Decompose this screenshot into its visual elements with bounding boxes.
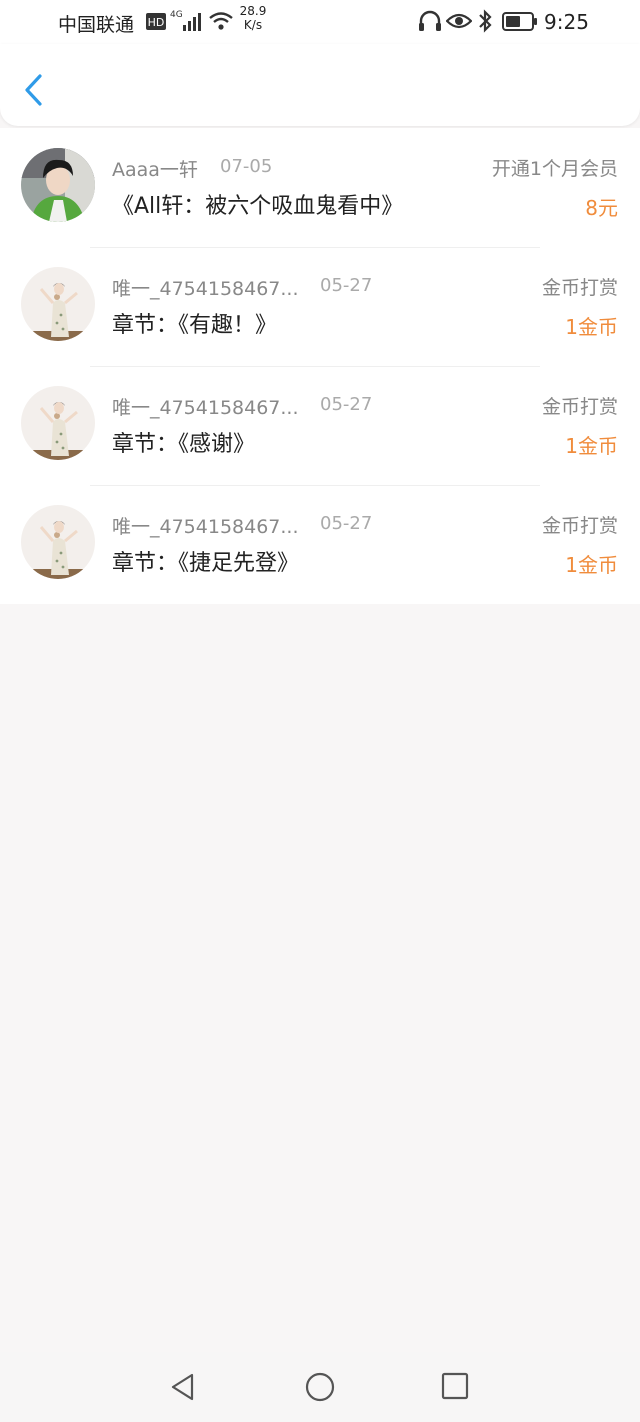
system-nav-bar <box>0 1352 640 1422</box>
list-item[interactable]: 唯一_4754158467... 05-27 金币打赏 章节：《捷足先登》 1金… <box>0 485 640 604</box>
record-date: 05-27 <box>320 394 373 415</box>
signal-icon: 4G <box>170 10 201 31</box>
reward-record-list: Aaaa一轩 07-05 开通1个月会员 《All轩：被六个吸血鬼看中》 8元 … <box>0 128 640 604</box>
list-item[interactable]: 唯一_4754158467... 05-27 金币打赏 章节：《感谢》 1金币 <box>0 366 640 485</box>
wifi-icon <box>209 12 233 30</box>
status-bar: 中国联通 HD 4G 28.9 K/s 9:25 <box>0 0 640 44</box>
record-amount: 1金币 <box>565 315 618 339</box>
username: 唯一_4754158467... <box>112 516 299 538</box>
carrier-name: 中国联通 <box>58 14 135 36</box>
record-amount: 1金币 <box>565 553 618 577</box>
headphones-icon <box>419 10 441 31</box>
list-item[interactable]: 唯一_4754158467... 05-27 金币打赏 章节：《有趣！》 1金币 <box>0 247 640 366</box>
record-date: 07-05 <box>220 156 273 177</box>
username: 唯一_4754158467... <box>112 397 299 419</box>
home-circle-icon[interactable] <box>304 1372 336 1404</box>
list-item[interactable]: Aaaa一轩 07-05 开通1个月会员 《All轩：被六个吸血鬼看中》 8元 <box>0 128 640 247</box>
recents-square-icon[interactable] <box>440 1372 470 1402</box>
bluetooth-icon <box>479 9 492 33</box>
battery-icon <box>502 12 537 31</box>
record-amount: 8元 <box>585 196 618 220</box>
clock-time: 9:25 <box>544 10 589 34</box>
record-amount: 1金币 <box>565 434 618 458</box>
svg-text:HD: HD <box>148 16 165 29</box>
record-type: 金币打赏 <box>541 277 618 299</box>
record-date: 05-27 <box>320 275 373 296</box>
record-description: 章节：《感谢》 <box>112 432 256 457</box>
svg-text:4G: 4G <box>170 10 183 20</box>
username: 唯一_4754158467... <box>112 278 299 300</box>
hd-icon: HD <box>146 13 166 30</box>
eye-icon <box>446 13 472 29</box>
record-type: 金币打赏 <box>541 515 618 537</box>
header-bar <box>0 44 640 126</box>
avatar[interactable] <box>21 505 95 579</box>
record-description: 章节：《有趣！》 <box>112 313 278 338</box>
speed-value: 28.9 <box>239 4 267 18</box>
back-button[interactable] <box>22 72 46 108</box>
speed-unit: K/s <box>243 18 263 32</box>
record-description: 《All轩：被六个吸血鬼看中》 <box>112 194 404 219</box>
avatar[interactable] <box>21 386 95 460</box>
back-triangle-icon[interactable] <box>168 1372 198 1402</box>
network-speed: 28.9 K/s <box>238 4 268 32</box>
record-type: 金币打赏 <box>541 396 618 418</box>
username: Aaaa一轩 <box>112 159 198 181</box>
avatar[interactable] <box>21 267 95 341</box>
avatar[interactable] <box>21 148 95 222</box>
record-type: 开通1个月会员 <box>491 158 618 180</box>
chevron-left-icon <box>25 74 42 106</box>
record-description: 章节：《捷足先登》 <box>112 551 300 576</box>
record-date: 05-27 <box>320 513 373 534</box>
